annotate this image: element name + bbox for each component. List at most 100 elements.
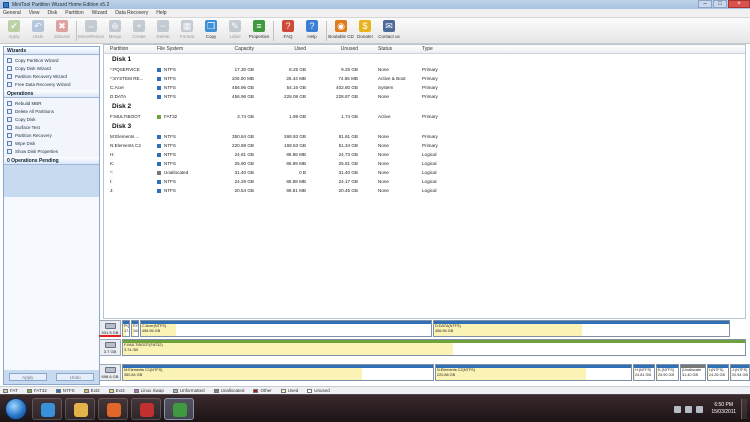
menu-disk[interactable]: Disk xyxy=(48,10,58,16)
wizard-item[interactable]: Partition Recovery Wizard xyxy=(7,72,96,80)
undo-button[interactable]: ↶ Undo xyxy=(26,20,50,43)
table-row[interactable]: M:Elements ... NTFS 350.84 GB 268.93 GB 81.9… xyxy=(104,132,745,141)
table-cell: 456.96 GB xyxy=(232,94,254,99)
close-button[interactable]: × xyxy=(728,0,750,8)
disk-map-row: 698.6 GB M:Elements C1(NTFS) 350.84 GB N:El… xyxy=(99,364,750,381)
disk-map-partition[interactable]: (Unallocate 31.40 GB xyxy=(680,364,706,381)
help-button[interactable]: ? Help xyxy=(300,20,324,43)
disk-map-partition[interactable]: C:Acer(NTFS) 456.96 GB xyxy=(140,320,432,337)
menu-bar: General View Disk Partition Wizard Data … xyxy=(0,9,750,18)
legend-label: Used xyxy=(287,388,299,393)
operation-item[interactable]: Partition Recovery xyxy=(7,131,96,139)
table-row[interactable]: N:Elements C2 NTFS 220.88 GB 169.53 GB 51.34… xyxy=(104,141,745,150)
disk-label[interactable]: Disk 1 xyxy=(104,54,745,65)
apply-button[interactable]: ✔ Apply xyxy=(2,20,26,43)
disk-label[interactable]: Disk 2 xyxy=(104,101,745,112)
table-row[interactable]: *:PQSERVICE NTFS 17.30 GB 8.25 GB 9.25 GB Non… xyxy=(104,65,745,74)
wizards-header[interactable]: Wizards xyxy=(4,47,99,55)
operation-item[interactable]: Copy Disk xyxy=(7,115,96,123)
operations-header[interactable]: Operations xyxy=(4,90,99,98)
wizard-item[interactable]: Copy Partition Wizard xyxy=(7,56,96,64)
column-status[interactable]: Status xyxy=(358,46,416,52)
disk-map-partition[interactable]: N:Elements C2(NTFS) 220.88 GB xyxy=(435,364,632,381)
menu-wizard[interactable]: Wizard xyxy=(92,10,108,16)
column-used[interactable]: Used xyxy=(254,46,306,52)
discard-button[interactable]: ✖ Discard xyxy=(50,20,74,43)
column-capacity[interactable]: Capacity xyxy=(206,46,254,52)
explorer-taskbar-button[interactable] xyxy=(65,398,95,420)
column-type[interactable]: Type xyxy=(416,46,476,52)
legend-swatch xyxy=(280,388,286,393)
disk-map-partition[interactable]: M:Elements C1(NTFS) 350.84 GB xyxy=(122,364,434,381)
tray-icon-network[interactable] xyxy=(674,405,682,413)
table-row[interactable]: F:MULTIBOOT FAT32 3.74 GB 1.99 GB 1.74 GB Act… xyxy=(104,112,745,121)
contact-us-button[interactable]: ✉ Contact us xyxy=(377,20,401,43)
show-desktop-button[interactable] xyxy=(741,399,747,419)
tray-icon-flag[interactable] xyxy=(696,405,704,413)
menu-view[interactable]: View xyxy=(29,10,40,16)
format-button[interactable]: ▦ Format xyxy=(175,20,199,43)
table-row[interactable]: *:SYSTEM RE... NTFS 100.00 MB 25.44 MB 74.55… xyxy=(104,74,745,83)
menu-help[interactable]: Help xyxy=(156,10,166,16)
operation-item[interactable]: Delete All Partitions xyxy=(7,107,96,115)
table-cell: 350.84 GB xyxy=(232,134,254,139)
app-taskbar-button[interactable] xyxy=(131,398,161,420)
tray-icon-volume[interactable] xyxy=(685,405,693,413)
table-row[interactable]: I: NTFS 24.26 GB 86.88 MB 24.17 GB None Logica… xyxy=(104,177,745,186)
start-button[interactable] xyxy=(5,398,27,420)
menu-partition[interactable]: Partition xyxy=(65,10,83,16)
file-system-swatch xyxy=(157,170,161,175)
disk-map-disk[interactable]: 698.6 GB xyxy=(99,364,121,381)
operation-item[interactable]: Show Disk Properties xyxy=(7,147,96,155)
table-row[interactable]: D:DATA NTFS 456.96 GB 228.08 GB 228.87 GB Non… xyxy=(104,92,745,101)
delete-button[interactable]: − Delete xyxy=(151,20,175,43)
table-row[interactable]: H: NTFS 24.81 GB 86.86 MB 24.73 GB None Logica… xyxy=(104,150,745,159)
disk-map-partition[interactable]: F:MULTIBOOT(FAT32) 3.74 GB xyxy=(122,339,746,356)
partition-wizard-taskbar-button[interactable] xyxy=(164,398,194,420)
disk-map-partition[interactable]: K:(NTFS) 25.90 GB xyxy=(656,364,679,381)
disk-map-partition[interactable]: J:(NTFS) 20.54 GB xyxy=(730,364,750,381)
operation-item[interactable]: Rebuild MBR xyxy=(7,99,96,107)
properties-button[interactable]: ≡ Properties xyxy=(247,20,271,43)
disk-map-disk[interactable]: 3.7 GB xyxy=(99,339,121,356)
pending-operations-header[interactable]: 0 Operations Pending xyxy=(4,157,99,165)
operation-item[interactable]: Surface Test xyxy=(7,123,96,131)
column-file-system[interactable]: File System xyxy=(151,46,206,52)
menu-data-recovery[interactable]: Data Recovery xyxy=(115,10,148,16)
media-player-taskbar-button[interactable] xyxy=(98,398,128,420)
merge-button[interactable]: ⊕ Merge xyxy=(103,20,127,43)
menu-general[interactable]: General xyxy=(3,10,21,16)
wizard-item[interactable]: Copy Disk Wizard xyxy=(7,64,96,72)
disk-map-partition[interactable]: I:(NTFS) 24.26 GB xyxy=(707,364,729,381)
create-button[interactable]: + Create xyxy=(127,20,151,43)
disk-map-partition[interactable]: D:DATA(NTFS) 456.96 GB xyxy=(433,320,730,337)
move-resize-icon: ⇔ xyxy=(85,20,97,32)
table-cell: 74.55 MB xyxy=(338,76,358,81)
label-button[interactable]: ✎ Label xyxy=(223,20,247,43)
column-unused[interactable]: Unused xyxy=(306,46,358,52)
ie-taskbar-button[interactable] xyxy=(32,398,62,420)
table-row[interactable]: *: Unallocated 31.40 GB 0 B 31.40 GB None Logi… xyxy=(104,168,745,177)
disk-map-partition[interactable]: H:(NTFS) 24.81 GB xyxy=(633,364,655,381)
table-row[interactable]: C:Acer NTFS 456.96 GB 54.16 GB 402.80 GB Syst… xyxy=(104,83,745,92)
table-row[interactable]: K: NTFS 25.90 GB 86.99 MB 25.81 GB None Logica… xyxy=(104,159,745,168)
column-partition[interactable]: Partition xyxy=(104,46,151,52)
table-cell: Logical xyxy=(422,170,437,175)
copy-button[interactable]: ❐ Copy xyxy=(199,20,223,43)
operation-item[interactable]: Wipe Disk xyxy=(7,139,96,147)
move-resize-button[interactable]: ⇔ Move/Resize xyxy=(78,20,104,43)
table-row[interactable]: J: NTFS 20.54 GB 86.81 MB 20.45 GB None Logica… xyxy=(104,186,745,195)
faq-button[interactable]: ? FAQ xyxy=(276,20,300,43)
apply-button[interactable]: Apply xyxy=(8,373,47,381)
disk-map-partition[interactable]: PQ 17. xyxy=(122,320,130,337)
maximize-button[interactable]: □ xyxy=(713,0,727,8)
disk-label[interactable]: Disk 3 xyxy=(104,121,745,132)
disk-map-partition[interactable]: SYS100 xyxy=(131,320,139,337)
minimize-button[interactable]: – xyxy=(698,0,712,8)
wizard-item-icon xyxy=(7,57,12,63)
wizard-item[interactable]: Free Data Recovery Wizard xyxy=(7,80,96,88)
bootable-cd-button[interactable]: ◉ Bootable CD xyxy=(328,20,354,43)
donate-button[interactable]: $ Donate! xyxy=(353,20,377,43)
undo-button[interactable]: Undo xyxy=(56,373,95,381)
clock[interactable]: 6:50 PM 15/03/2011 xyxy=(711,402,736,416)
